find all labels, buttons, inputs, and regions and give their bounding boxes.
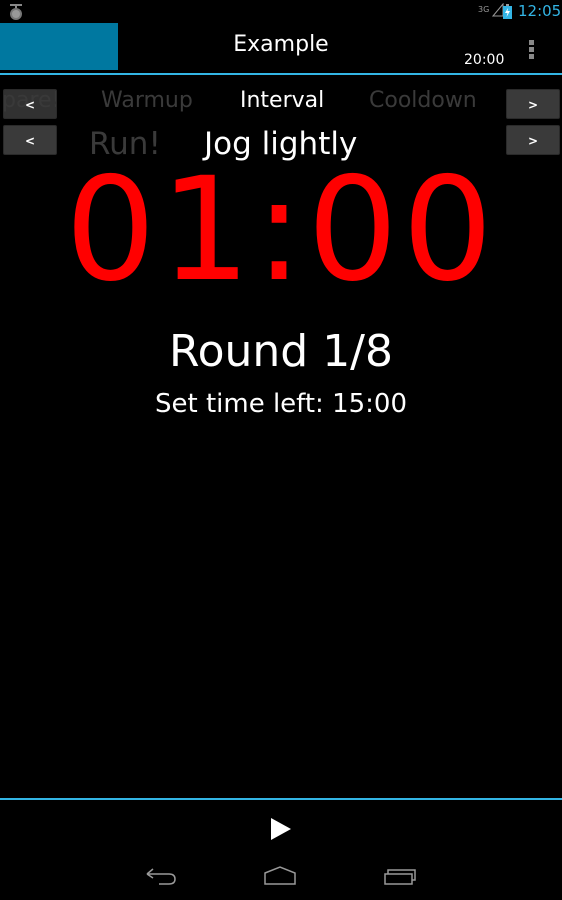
network-type: 3G (478, 5, 490, 14)
next-step-button[interactable]: > (506, 125, 560, 155)
previous-phase-button[interactable]: < (3, 89, 57, 119)
phase-cooldown[interactable]: Cooldown (369, 88, 477, 113)
total-time: 20:00 (464, 52, 505, 68)
recent-apps-icon[interactable] (384, 866, 418, 886)
round-counter: Round 1/8 (168, 326, 394, 377)
phase-warmup[interactable]: Warmup (101, 88, 193, 113)
set-time-left: Set time left: 15:00 (154, 389, 408, 419)
status-clock: 12:05 (518, 2, 562, 20)
back-icon[interactable] (145, 866, 177, 886)
play-icon[interactable] (270, 817, 292, 841)
previous-step-button[interactable]: < (3, 125, 57, 155)
countdown-timer: 01:00 (64, 146, 498, 313)
battery-charging-icon (503, 4, 512, 19)
action-bar-divider (0, 73, 562, 75)
home-icon[interactable] (263, 866, 297, 886)
next-phase-button[interactable]: > (506, 89, 560, 119)
overflow-menu-icon[interactable] (526, 40, 536, 60)
stopwatch-icon (10, 4, 22, 20)
phase-interval[interactable]: Interval (240, 88, 324, 113)
signal-indicator: 3G (478, 2, 504, 17)
controls-divider (0, 798, 562, 800)
